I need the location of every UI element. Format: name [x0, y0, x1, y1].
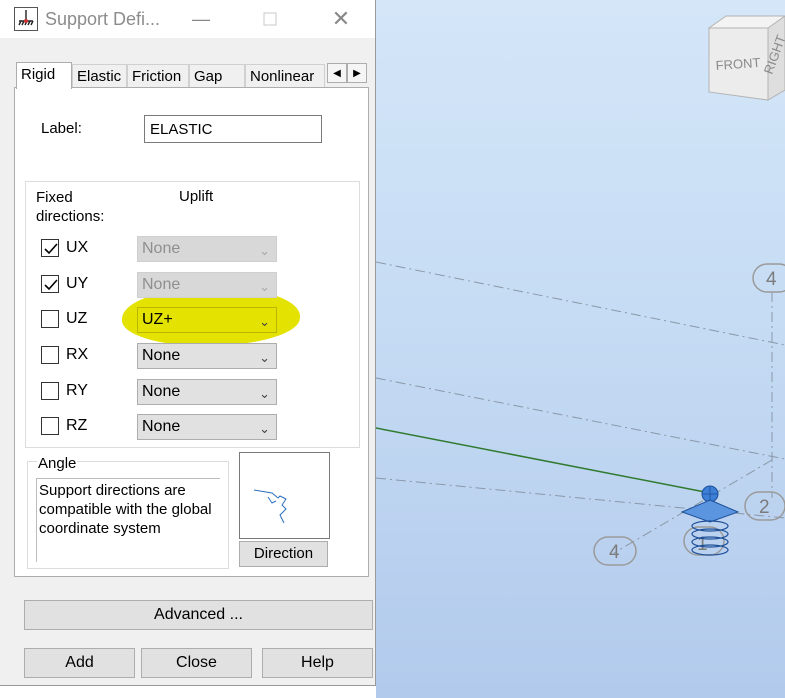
title-bar[interactable]: Support Defi... — ✕	[0, 0, 375, 38]
grid-line	[376, 377, 785, 460]
support-app-icon	[14, 7, 38, 31]
tab-rigid[interactable]: Rigid	[16, 62, 72, 89]
dof-row-uy: UY None ⌄	[41, 272, 281, 298]
ry-label: RY	[66, 382, 88, 399]
rz-label: RZ	[66, 417, 88, 434]
rx-uplift-select[interactable]: None ⌄	[137, 343, 277, 369]
3d-viewport[interactable]: 4 2 4 1 FRONT RIGHT	[376, 0, 785, 698]
minimize-icon[interactable]: —	[190, 8, 212, 30]
tab-elastic[interactable]: Elastic	[72, 64, 127, 88]
node-label: 4	[752, 263, 785, 293]
uy-label: UY	[66, 275, 89, 292]
grid-line	[613, 459, 773, 554]
direction-button[interactable]: Direction	[239, 541, 328, 567]
ux-uplift-select: None ⌄	[137, 236, 277, 262]
advanced-button[interactable]: Advanced ...	[24, 600, 373, 630]
uz-label: UZ	[66, 310, 88, 327]
chevron-down-icon: ⌄	[259, 421, 270, 436]
dof-row-ux: UX None ⌄	[41, 236, 281, 262]
chevron-down-icon: ⌄	[259, 386, 270, 401]
close-icon[interactable]: ✕	[330, 8, 352, 30]
chevron-down-icon: ⌄	[259, 350, 270, 365]
tab-friction[interactable]: Friction	[127, 64, 189, 88]
maximize-icon[interactable]	[259, 8, 281, 30]
check-icon	[44, 243, 58, 255]
dof-row-uz: UZ UZ+ ⌄	[41, 307, 281, 333]
angle-title: Angle	[37, 455, 78, 472]
close-button[interactable]: Close	[141, 648, 252, 678]
tab-scroll-right-icon[interactable]: ▶	[347, 63, 367, 83]
rx-checkbox[interactable]	[41, 346, 59, 364]
ry-uplift-select[interactable]: None ⌄	[137, 379, 277, 405]
tab-strip: Rigid Elastic Friction Gap Nonlinear ◀ ▶	[14, 62, 369, 89]
svg-text:4: 4	[609, 542, 620, 563]
dof-row-rz: RZ None ⌄	[41, 414, 281, 440]
node-label: 4	[593, 536, 637, 566]
chevron-down-icon: ⌄	[259, 279, 270, 294]
label-caption: Label:	[41, 120, 82, 137]
direction-preview	[239, 452, 330, 539]
ry-checkbox[interactable]	[41, 382, 59, 400]
check-icon	[44, 279, 58, 291]
rz-uplift-select[interactable]: None ⌄	[137, 414, 277, 440]
fixed-directions-header: Fixed directions:	[36, 189, 105, 225]
view-cube[interactable]: FRONT RIGHT	[707, 15, 785, 101]
beam-line	[376, 427, 711, 494]
angle-description: Support directions are compatible with t…	[36, 478, 220, 562]
tab-gap[interactable]: Gap	[189, 64, 245, 88]
ux-checkbox[interactable]	[41, 239, 59, 257]
chevron-down-icon: ⌄	[259, 314, 270, 329]
tab-scroll-left-icon[interactable]: ◀	[327, 63, 347, 83]
uplift-header: Uplift	[179, 188, 214, 205]
uz-uplift-select[interactable]: UZ+ ⌄	[137, 307, 277, 333]
dialog-title: Support Defi...	[45, 9, 161, 29]
ux-label: UX	[66, 239, 89, 256]
svg-text:FRONT: FRONT	[715, 55, 761, 73]
svg-text:2: 2	[759, 497, 770, 518]
uy-checkbox[interactable]	[41, 275, 59, 293]
rz-checkbox[interactable]	[41, 417, 59, 435]
support-symbol-icon[interactable]	[680, 485, 740, 556]
label-input[interactable]	[144, 115, 322, 143]
uz-checkbox[interactable]	[41, 310, 59, 328]
help-button[interactable]: Help	[262, 648, 373, 678]
angle-group: Angle Support directions are compatible …	[27, 455, 229, 569]
viewport-canvas: 4 2 4 1 FRONT RIGHT	[376, 15, 785, 566]
dof-row-ry: RY None ⌄	[41, 379, 281, 405]
axis-preview-icon	[253, 489, 287, 524]
tab-nonlinear[interactable]: Nonlinear	[245, 64, 325, 88]
grid-line	[376, 261, 785, 346]
rx-label: RX	[66, 346, 89, 363]
dof-row-rx: RX None ⌄	[41, 343, 281, 369]
add-button[interactable]: Add	[24, 648, 135, 678]
uy-uplift-select: None ⌄	[137, 272, 277, 298]
node-label: 2	[744, 491, 785, 521]
svg-text:4: 4	[766, 269, 777, 290]
chevron-down-icon: ⌄	[259, 243, 270, 258]
